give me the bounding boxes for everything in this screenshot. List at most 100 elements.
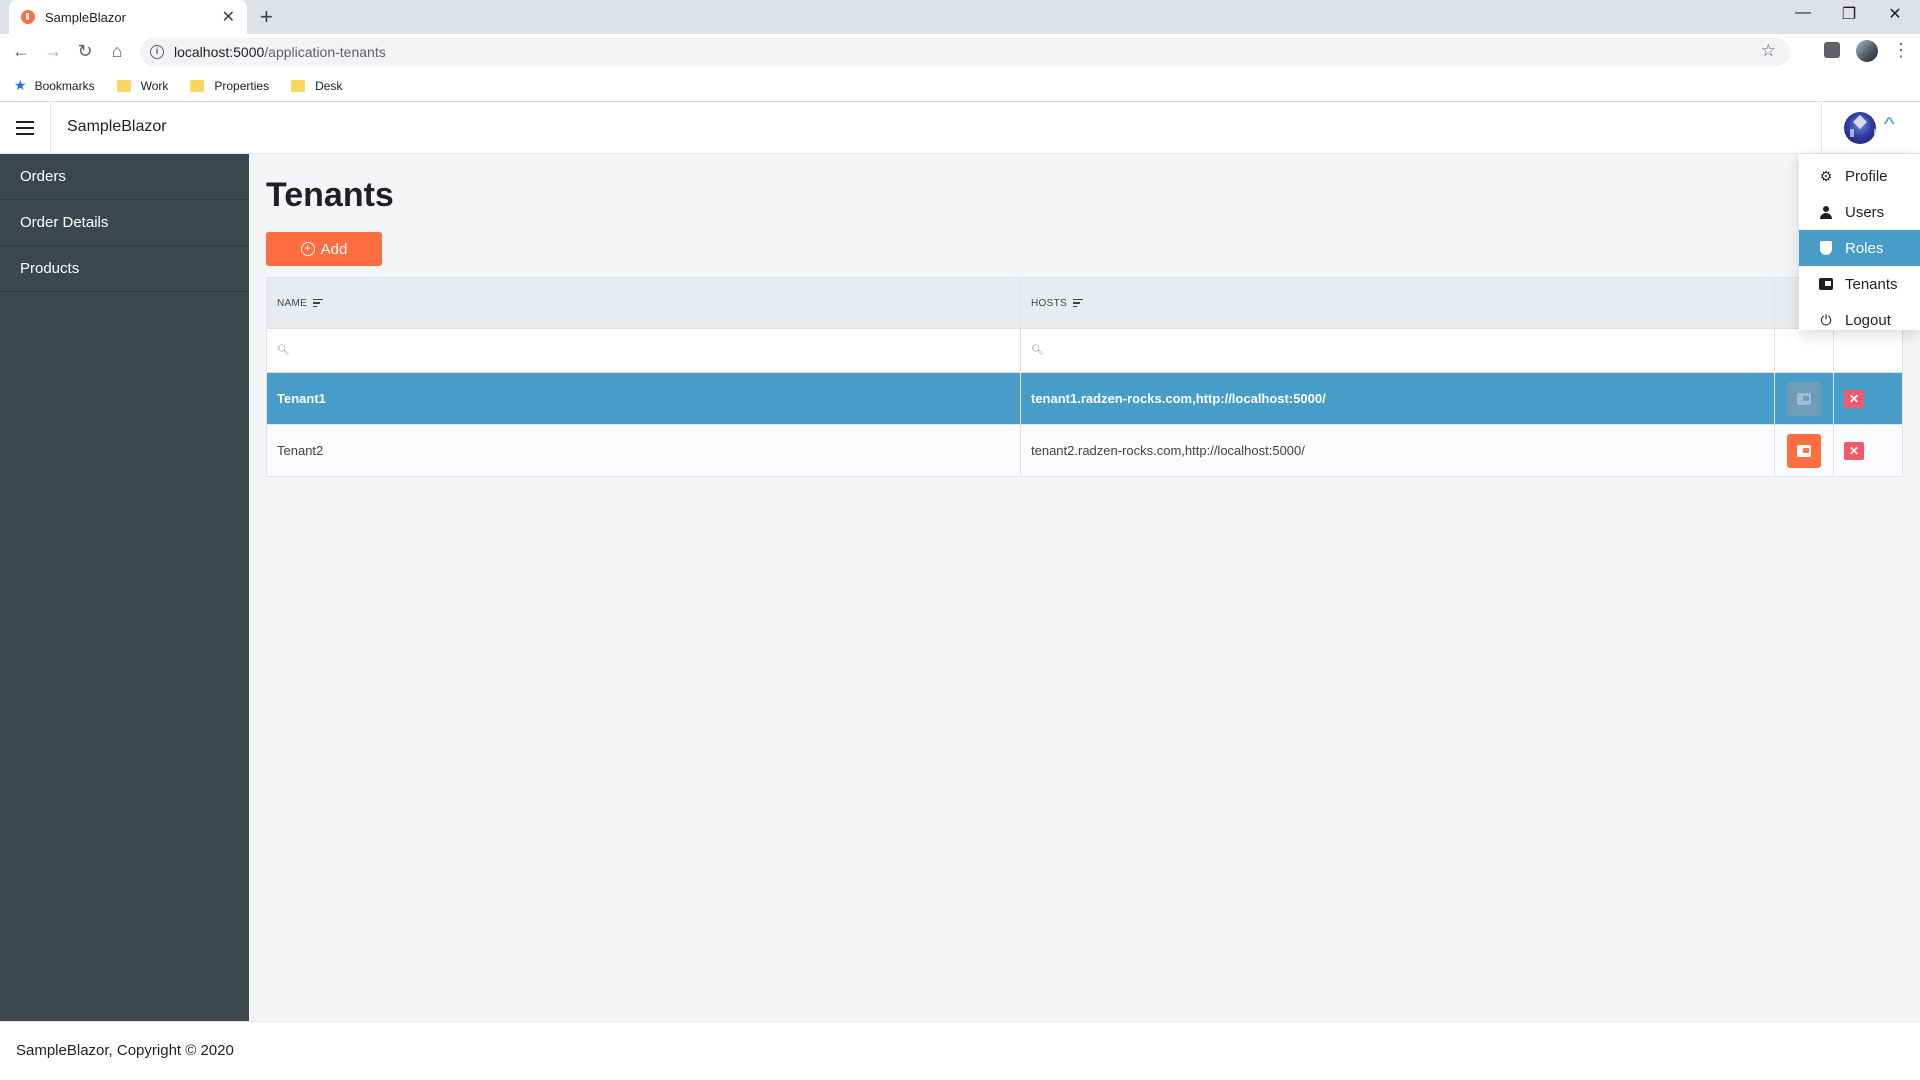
delete-button[interactable]: ✕ [1844, 389, 1864, 408]
bookmark-properties[interactable]: Properties [186, 79, 269, 93]
bookmark-label: Bookmarks [34, 78, 95, 93]
edit-tenant-button[interactable] [1787, 381, 1821, 416]
browser-toolbar: ← → ↻ ⌂ i localhost:5000/application-ten… [0, 34, 1920, 70]
bookmark-bookmarks[interactable]: ★ Bookmarks [14, 77, 95, 94]
app-favicon-icon [21, 10, 35, 24]
cell-hosts: tenant1.radzen-rocks.com,http://localhos… [1021, 373, 1775, 424]
sort-icon[interactable] [1072, 298, 1083, 308]
cell-name: Tenant2 [267, 425, 1021, 476]
menu-item-tenants[interactable]: Tenants [1799, 266, 1920, 302]
tenants-icon [1797, 392, 1811, 405]
app-brand: SampleBlazor [67, 118, 167, 135]
bookmark-work[interactable]: Work [113, 78, 169, 93]
close-tab-icon[interactable]: ✕ [222, 7, 235, 27]
grid-header-row: NAME HOSTS [267, 278, 1902, 328]
add-circle-icon: + [300, 242, 315, 256]
back-icon[interactable]: ← [10, 41, 32, 62]
site-info-icon[interactable]: i [150, 45, 164, 59]
folder-icon [116, 79, 131, 92]
shield-icon [1819, 241, 1833, 255]
main-content: Tenants + Add NAME HOSTS 🔍︎ 🔍︎ Tenant1 t… [249, 154, 1920, 1021]
menu-item-logout[interactable]: ⏻ Logout [1799, 302, 1920, 338]
menu-item-label: Logout [1845, 311, 1891, 329]
gear-icon: ⚙ [1819, 167, 1833, 184]
sidebar-item-label: Orders [20, 168, 66, 185]
tab-title: SampleBlazor [45, 9, 126, 25]
hosts-filter-input[interactable]: 🔍︎ [1021, 329, 1775, 372]
menu-item-profile[interactable]: ⚙ Profile [1799, 158, 1920, 194]
browser-profile-avatar[interactable] [1856, 40, 1878, 62]
cell-edit [1775, 425, 1834, 476]
menu-item-label: Users [1845, 203, 1885, 221]
menu-item-users[interactable]: Users [1799, 194, 1920, 230]
cell-delete: ✕ [1834, 373, 1902, 424]
power-icon: ⏻ [1820, 311, 1832, 328]
cell-name: Tenant1 [267, 373, 1021, 424]
folder-icon [291, 79, 306, 92]
cell-delete: ✕ [1834, 425, 1902, 476]
sidebar-item-label: Order Details [20, 214, 109, 231]
footer: SampleBlazor, Copyright © 2020 [0, 1021, 1920, 1080]
reload-icon[interactable]: ↻ [74, 41, 96, 62]
name-filter-input[interactable]: 🔍︎ [267, 329, 1021, 372]
url-path: /application-tenants [264, 44, 386, 60]
bookmarks-bar: ★ Bookmarks Work Properties Desk [0, 70, 1920, 102]
grid-filter-row: 🔍︎ 🔍︎ [267, 328, 1902, 372]
minimize-icon[interactable]: — [1780, 4, 1826, 22]
bookmark-label: Desk [315, 78, 343, 93]
cell-hosts: tenant2.radzen-rocks.com,http://localhos… [1021, 425, 1775, 476]
table-row[interactable]: Tenant1 tenant1.radzen-rocks.com,http://… [267, 372, 1902, 424]
user-icon [1819, 205, 1833, 219]
menu-item-roles[interactable]: Roles [1799, 230, 1920, 266]
sidebar: Orders Order Details Products [0, 154, 249, 1021]
browser-tab[interactable]: SampleBlazor ✕ [9, 0, 247, 34]
sidebar-item-orders[interactable]: Orders [0, 154, 249, 200]
forward-icon[interactable]: → [42, 41, 64, 62]
star-icon: ★ [14, 77, 27, 93]
sidebar-item-label: Products [20, 260, 80, 277]
user-avatar[interactable] [1844, 112, 1876, 144]
menu-item-label: Tenants [1845, 275, 1898, 293]
url-host: localhost:5000 [174, 44, 265, 60]
table-row[interactable]: Tenant2 tenant2.radzen-rocks.com,http://… [267, 424, 1902, 476]
browser-menu-icon[interactable]: ⋮ [1892, 40, 1910, 61]
tenants-icon [1819, 277, 1833, 291]
menu-item-label: Profile [1845, 167, 1888, 185]
hamburger-menu-icon[interactable] [0, 102, 51, 153]
tenants-icon [1797, 444, 1811, 457]
close-window-icon[interactable]: ✕ [1872, 4, 1918, 24]
bookmark-label: Properties [214, 78, 270, 93]
footer-copyright: SampleBlazor, Copyright © 2020 [16, 1042, 234, 1059]
profile-menu-toggle[interactable]: ^ [1821, 102, 1920, 153]
search-icon: 🔍︎ [1031, 345, 1044, 356]
menu-item-label: Roles [1845, 239, 1884, 257]
edit-tenant-button[interactable] [1787, 433, 1821, 468]
tenants-grid: NAME HOSTS 🔍︎ 🔍︎ Tenant1 tenant1.radzen-… [266, 277, 1903, 477]
column-header-label: NAME [277, 297, 308, 309]
restore-icon[interactable]: ❐ [1826, 4, 1872, 24]
app-header: SampleBlazor ^ [0, 102, 1920, 154]
extensions-icon[interactable] [1824, 42, 1840, 58]
home-icon[interactable]: ⌂ [106, 41, 128, 62]
bookmark-star-icon[interactable]: ☆ [1761, 41, 1776, 61]
sidebar-item-order-details[interactable]: Order Details [0, 200, 249, 246]
sidebar-item-products[interactable]: Products [0, 246, 249, 292]
address-bar[interactable]: i localhost:5000/application-tenants ☆ [140, 38, 1790, 66]
folder-icon [190, 79, 205, 92]
browser-tabstrip: SampleBlazor ✕ + — ❐ ✕ [0, 0, 1920, 34]
search-icon: 🔍︎ [277, 345, 290, 356]
page-title: Tenants [266, 176, 394, 214]
delete-button[interactable]: ✕ [1844, 441, 1864, 460]
column-header-hosts[interactable]: HOSTS [1021, 278, 1775, 328]
bookmark-label: Work [140, 78, 169, 93]
profile-dropdown-menu: ⚙ Profile Users Roles Tenants ⏻ Logout [1799, 154, 1920, 330]
column-header-label: HOSTS [1031, 297, 1067, 309]
add-button-label: Add [320, 240, 348, 258]
chevron-up-icon[interactable]: ^ [1884, 114, 1895, 135]
cell-edit [1775, 373, 1834, 424]
sort-icon[interactable] [313, 298, 324, 308]
add-tenant-button[interactable]: + Add [266, 232, 382, 266]
bookmark-desk[interactable]: Desk [287, 79, 342, 93]
column-header-name[interactable]: NAME [267, 278, 1021, 328]
new-tab-icon[interactable]: + [260, 4, 273, 30]
